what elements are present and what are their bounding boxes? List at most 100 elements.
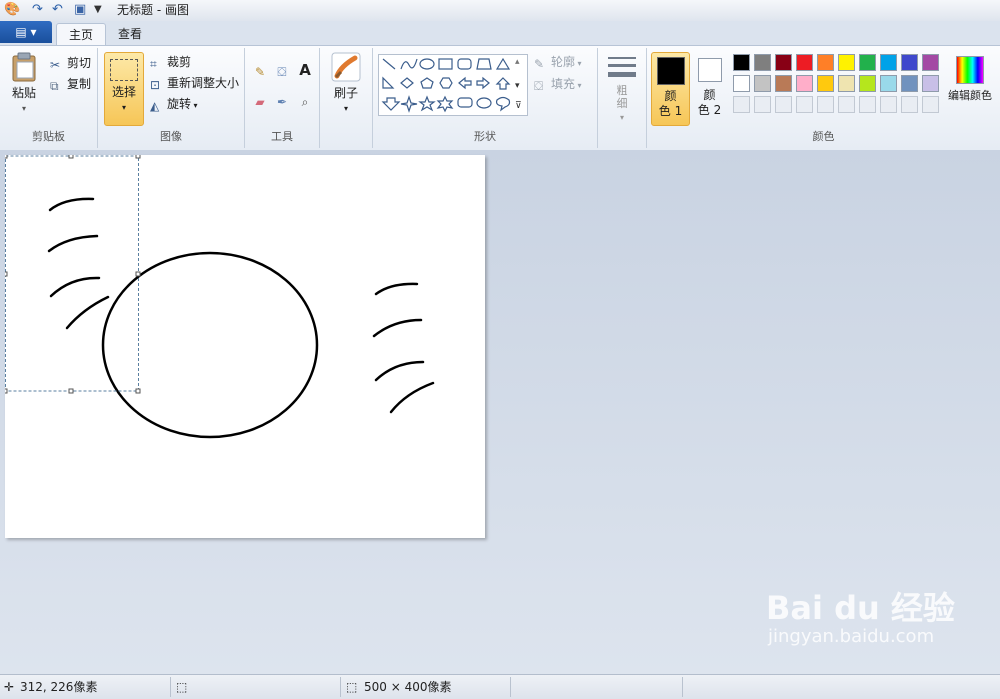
select-button[interactable]: 选择 ▾: [104, 52, 144, 126]
shapes-gallery-icons: [381, 57, 511, 113]
quick-access-dropdown-icon[interactable]: ▼: [94, 2, 102, 18]
size-label: 粗 细: [616, 84, 628, 110]
crop-icon: ⌗: [150, 57, 157, 71]
color-swatch[interactable]: [817, 54, 834, 71]
color-swatch[interactable]: [775, 75, 792, 92]
canvas-size-icon: ⬚: [346, 680, 358, 694]
status-separator: [340, 677, 341, 697]
crop-button[interactable]: ⌗ 裁剪: [150, 54, 191, 71]
color-swatch[interactable]: [922, 75, 939, 92]
status-separator: [682, 677, 683, 697]
magnifier-icon[interactable]: ⌕: [295, 94, 315, 114]
custom-color-slot[interactable]: [754, 96, 771, 113]
color-swatch[interactable]: [796, 75, 813, 92]
color-swatch[interactable]: [859, 54, 876, 71]
cut-button[interactable]: ✂ 剪切: [50, 55, 92, 72]
brushes-button[interactable]: 刷子 ▾: [328, 52, 364, 124]
tab-home[interactable]: 主页: [56, 23, 107, 46]
color-swatch[interactable]: [838, 54, 855, 71]
copy-label: 复制: [67, 77, 92, 91]
rotate-button[interactable]: ◭ 旋转 ▾: [150, 96, 198, 114]
status-separator: [510, 677, 511, 697]
color-swatch[interactable]: [817, 75, 834, 92]
app-menu-button[interactable]: ▤ ▾: [0, 21, 52, 43]
title-bar: 🎨 ↷ ↶ ▣ ▼ 无标题 - 画图: [0, 0, 1000, 22]
color-swatch[interactable]: [754, 75, 771, 92]
custom-color-slot[interactable]: [733, 96, 750, 113]
undo-icon[interactable]: ↶: [52, 2, 63, 18]
color-swatch[interactable]: [754, 54, 771, 71]
eraser-icon[interactable]: ▰: [250, 94, 270, 114]
paint-app-icon[interactable]: 🎨: [4, 2, 20, 18]
shapes-gallery[interactable]: [378, 54, 528, 116]
shapes-expand-icon[interactable]: ⊽: [515, 98, 522, 114]
copy-icon: ⧉: [50, 79, 59, 93]
resize-button[interactable]: ⊡ 重新调整大小: [150, 75, 239, 92]
color-swatch[interactable]: [859, 75, 876, 92]
watermark-url: jingyan.baidu.com: [768, 626, 935, 647]
color-swatch[interactable]: [880, 54, 897, 71]
fill-icon: ⛋: [534, 79, 544, 93]
status-separator: [170, 677, 171, 697]
select-label: 选择: [111, 85, 136, 99]
color-swatch[interactable]: [733, 54, 750, 71]
stroke-right-1: [374, 282, 419, 296]
ribbon-tab-row: ▤ ▾ 主页 查看: [0, 21, 1000, 46]
custom-color-slot[interactable]: [838, 96, 855, 113]
color-swatch[interactable]: [901, 75, 918, 92]
edit-colors-button[interactable]: 编辑颜色: [943, 52, 997, 124]
color-swatch[interactable]: [733, 75, 750, 92]
shapes-group: ▴ ▾ ⊽ ✎ 轮廓 ▾ ⛋ 填充 ▾ 形状: [373, 48, 598, 148]
rainbow-icon: [956, 56, 984, 84]
pencil-icon[interactable]: ✎: [250, 64, 270, 84]
drawing: [2, 153, 435, 439]
custom-color-slot[interactable]: [775, 96, 792, 113]
edit-colors-label: 编辑颜色: [948, 89, 992, 102]
outline-icon: ✎: [534, 57, 545, 71]
fill-label: 填充: [551, 77, 576, 91]
cut-label: 剪切: [67, 56, 92, 70]
save-icon[interactable]: ▣: [74, 2, 86, 18]
custom-color-slot[interactable]: [922, 96, 939, 113]
outline-button[interactable]: ✎ 轮廓 ▾: [534, 54, 582, 72]
select-dropdown-icon: ▾: [121, 103, 126, 112]
canvas-size: 500 × 400像素: [364, 680, 452, 694]
paste-icon: [12, 52, 36, 82]
color-swatch[interactable]: [838, 75, 855, 92]
custom-color-slot[interactable]: [796, 96, 813, 113]
size-button[interactable]: 粗 细 ▾: [603, 54, 641, 124]
color-picker-icon[interactable]: ✒: [272, 94, 292, 114]
color2-button[interactable]: 颜 色 2: [691, 52, 728, 124]
image-group: 选择 ▾ ⌗ 裁剪 ⊡ 重新调整大小 ◭ 旋转 ▾ 图像: [98, 48, 245, 148]
ribbon: 粘贴 ▾ ✂ 剪切 ⧉ 复制 剪贴板 选择 ▾ ⌗ 裁剪 ⊡ 重新调整大小 ◭ 旋转 ▾ …: [0, 45, 1000, 151]
rotate-dropdown-icon: ▾: [191, 101, 198, 110]
color-swatch[interactable]: [796, 54, 813, 71]
color-swatch[interactable]: [922, 54, 939, 71]
color2-label: 颜 色 2: [697, 88, 722, 117]
drawing-canvas[interactable]: [2, 153, 485, 538]
color1-button[interactable]: 颜 色 1: [651, 52, 690, 126]
copy-button[interactable]: ⧉ 复制: [50, 76, 92, 93]
shapes-scroll-up-icon[interactable]: ▴: [515, 54, 520, 70]
custom-color-slot[interactable]: [817, 96, 834, 113]
shapes-scroll-down-icon[interactable]: ▾: [515, 78, 520, 94]
outline-label: 轮廓: [551, 55, 576, 69]
selection-rectangle[interactable]: [2, 153, 141, 394]
color-swatch[interactable]: [880, 75, 897, 92]
custom-color-slot[interactable]: [880, 96, 897, 113]
custom-color-slot[interactable]: [859, 96, 876, 113]
color1-swatch: [656, 57, 685, 85]
paste-button[interactable]: 粘贴 ▾: [6, 52, 42, 122]
redo-icon[interactable]: ↷: [32, 2, 43, 18]
fill-bucket-icon[interactable]: ⛋: [272, 64, 292, 84]
fill-button[interactable]: ⛋ 填充 ▾: [534, 76, 582, 94]
tab-view[interactable]: 查看: [106, 23, 154, 45]
color2-swatch: [697, 58, 722, 82]
watermark-brand: Bai du 经验: [766, 589, 955, 627]
color-swatch[interactable]: [775, 54, 792, 71]
custom-color-slot[interactable]: [901, 96, 918, 113]
scissors-icon: ✂: [50, 58, 61, 72]
paste-dropdown-icon: ▾: [21, 104, 26, 113]
color-swatch[interactable]: [901, 54, 918, 71]
text-tool-icon[interactable]: A: [295, 62, 315, 82]
